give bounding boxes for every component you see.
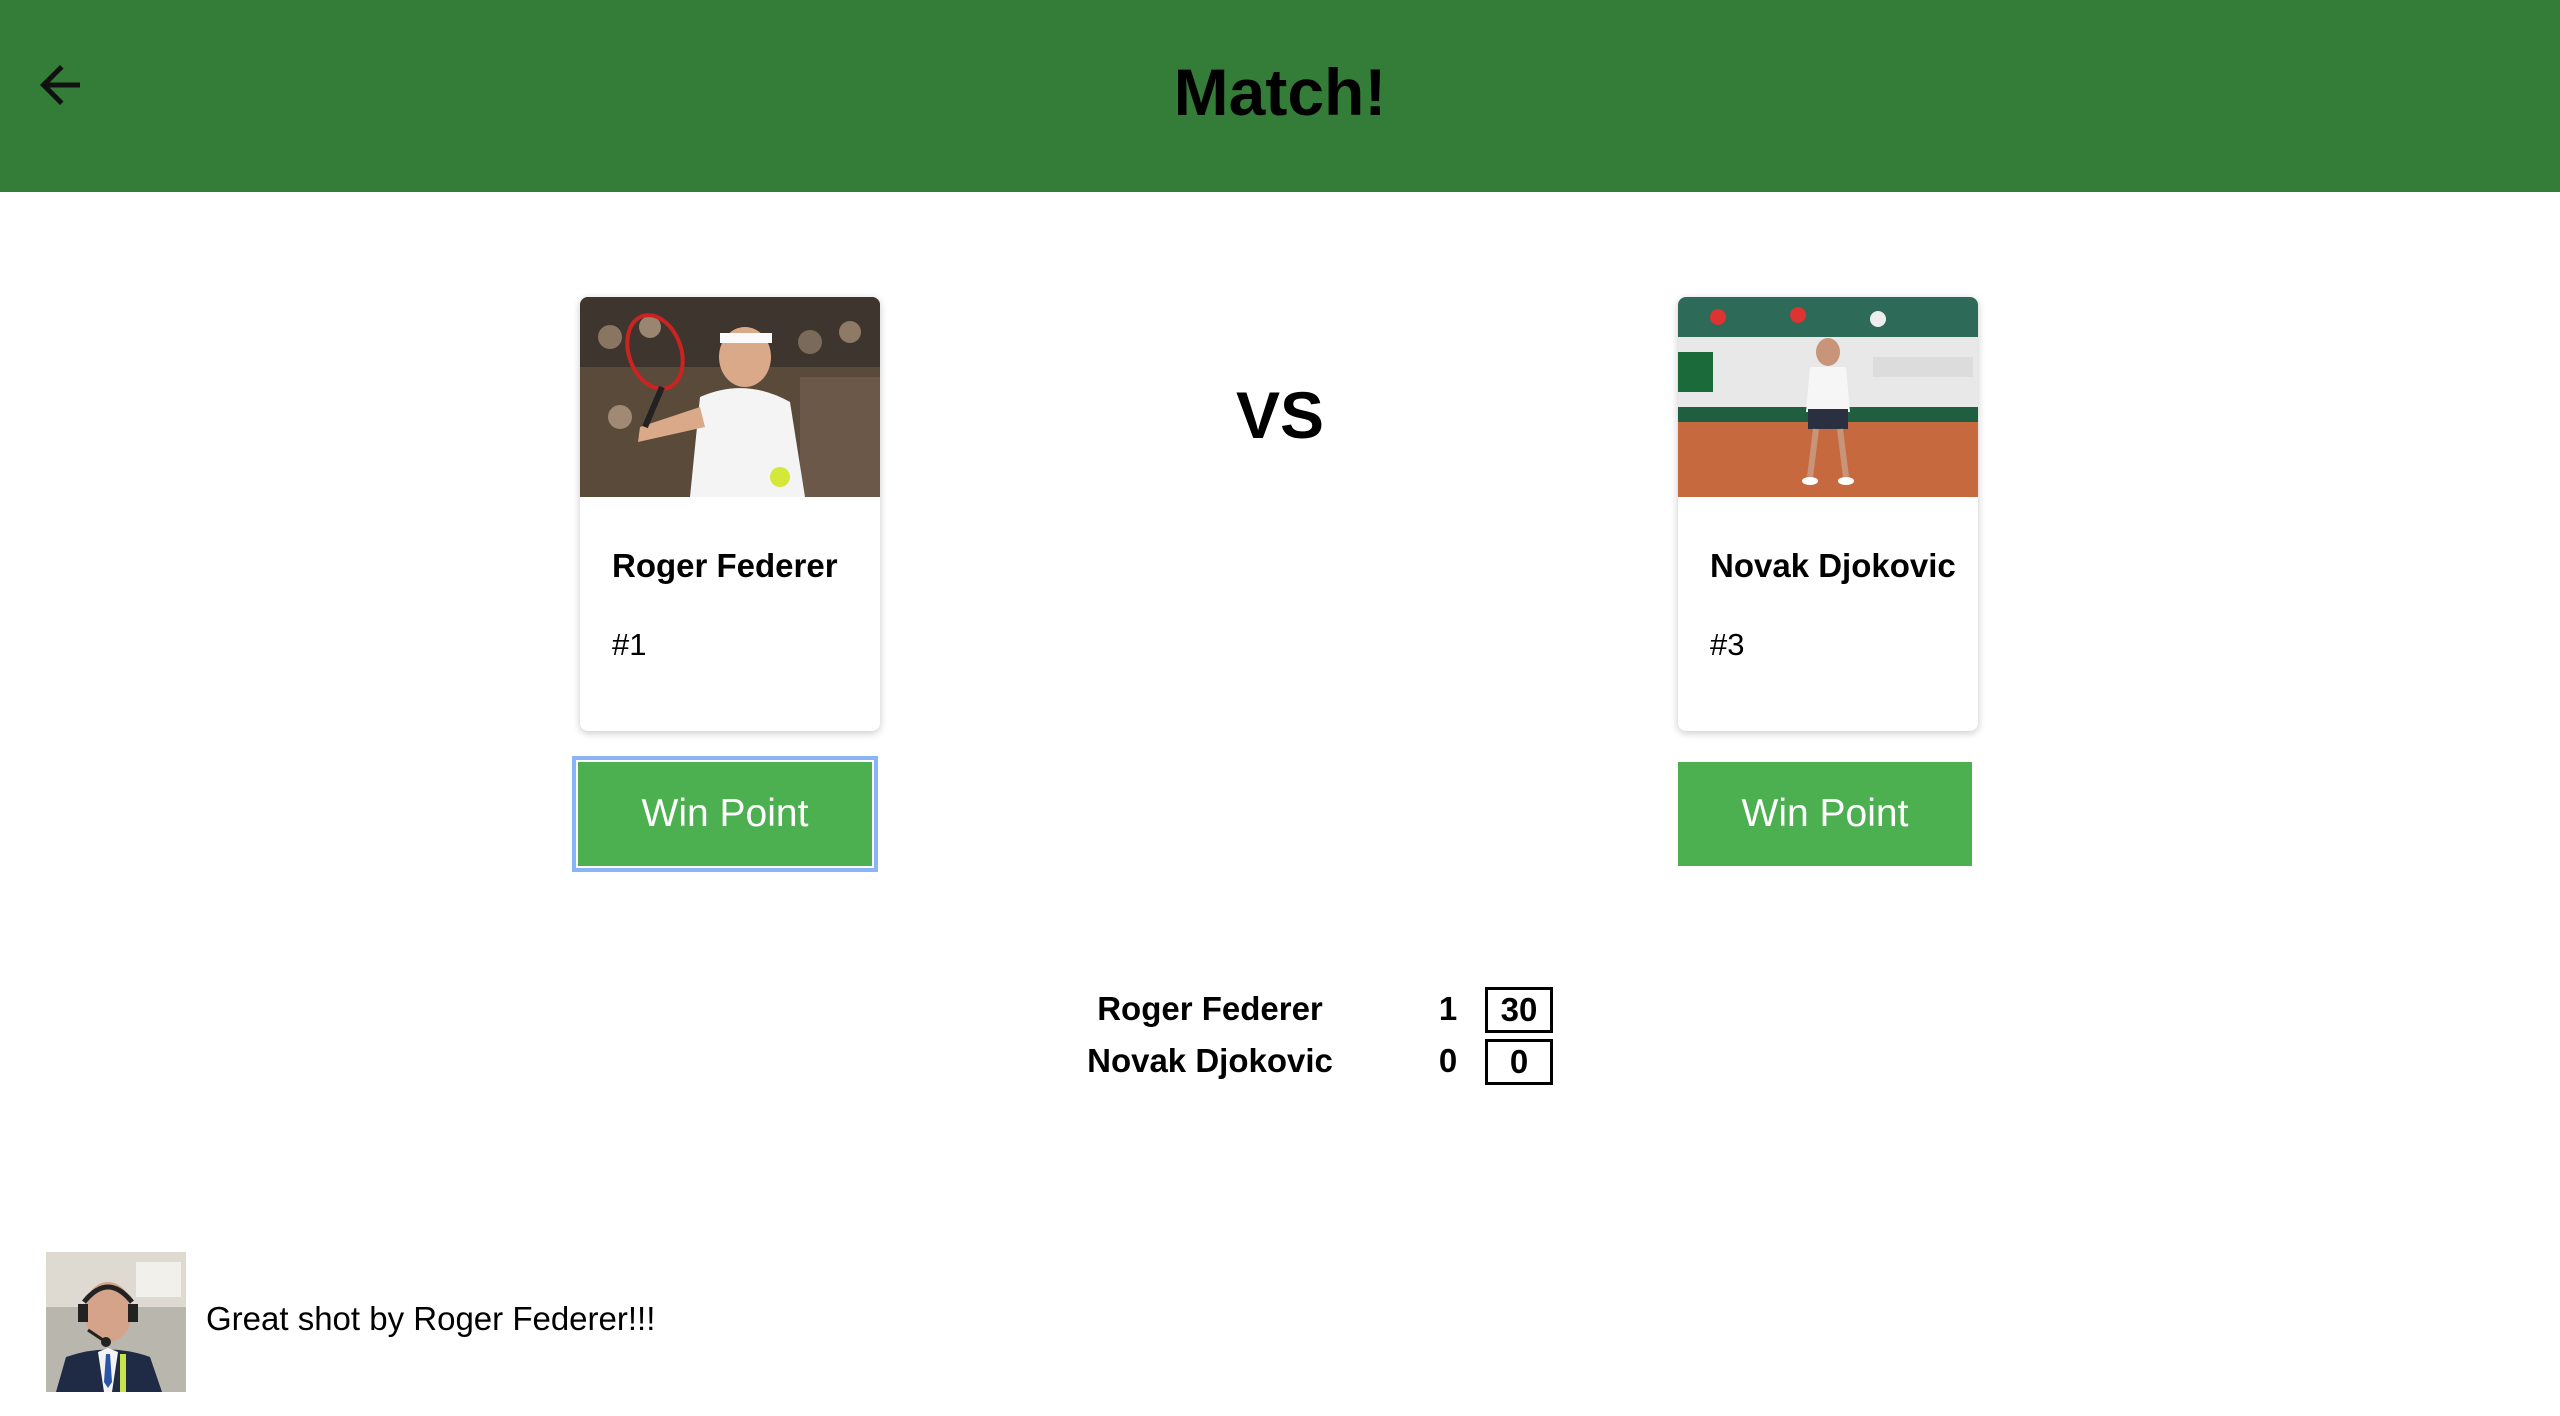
commentator-avatar [46,1252,186,1392]
score-points: 30 [1485,987,1553,1033]
player-rank: #1 [612,627,647,662]
app-bar: Match! [0,0,2560,192]
score-row: Roger Federer 1 30 [1080,985,1560,1035]
player-card-djokovic: Novak Djokovic #3 [1678,297,1978,731]
vs-label: VS [1235,378,1325,452]
score-sets: 1 [1438,990,1458,1027]
player-photo-djokovic [1678,297,1978,497]
score-player-name: Roger Federer [1097,990,1323,1027]
scoreboard: Roger Federer 1 30 Novak Djokovic 0 0 [1080,985,1560,1095]
score-sets: 0 [1438,1042,1458,1079]
win-point-button-djokovic[interactable]: Win Point [1678,762,1972,866]
player-rank: #3 [1710,627,1745,662]
score-points: 0 [1485,1039,1553,1085]
player-name: Novak Djokovic [1710,547,1956,584]
player-photo-federer [580,297,880,497]
commentary-text: Great shot by Roger Federer!!! [206,1300,656,1337]
player-card-federer: Roger Federer #1 [580,297,880,731]
player-name: Roger Federer [612,547,838,584]
score-player-name: Novak Djokovic [1087,1042,1333,1079]
win-point-button-federer[interactable]: Win Point [572,756,878,872]
score-row: Novak Djokovic 0 0 [1080,1037,1560,1087]
page-title: Match! [1173,55,1387,129]
